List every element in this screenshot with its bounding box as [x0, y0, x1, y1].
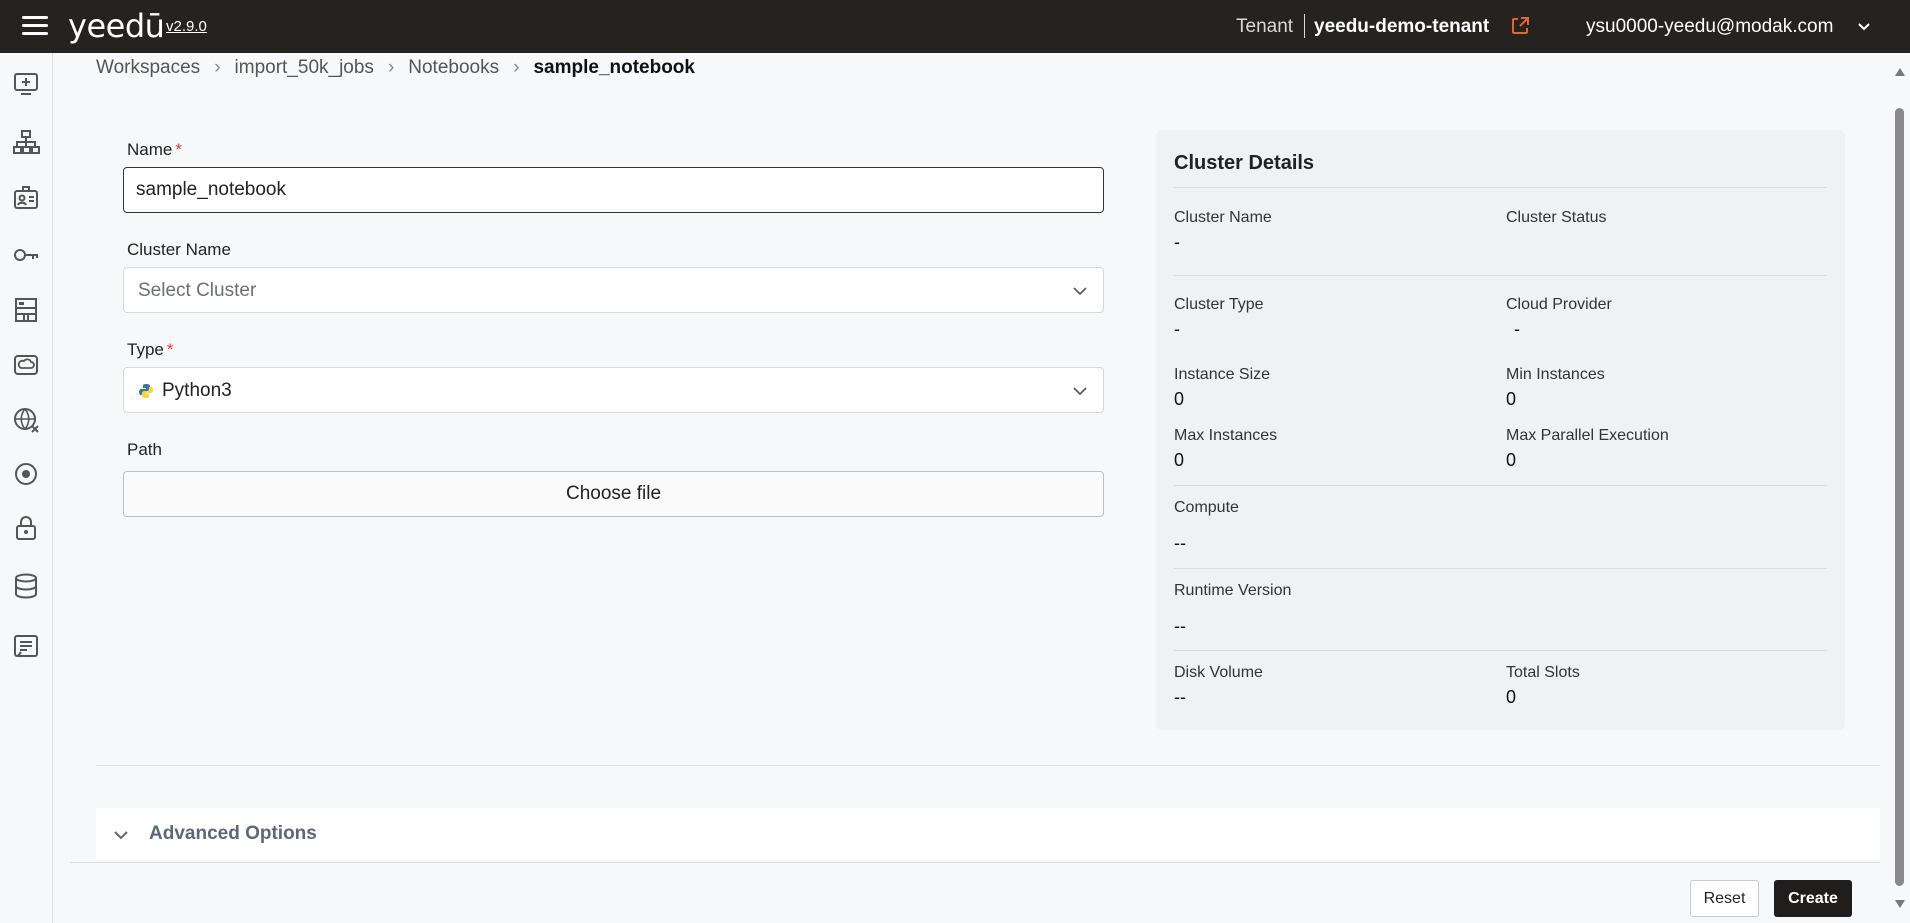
tenant-name[interactable]: yeedu-demo-tenant — [1314, 16, 1489, 38]
max-parallel-value: 0 — [1506, 450, 1517, 470]
total-slots-value: 0 — [1506, 687, 1517, 707]
path-label: Path — [127, 440, 162, 459]
divider — [1174, 568, 1827, 569]
disk-volume-value: -- — [1174, 687, 1186, 707]
divider — [1174, 485, 1827, 486]
scrollbar-thumb[interactable] — [1895, 108, 1904, 886]
compute-key: Compute — [1174, 499, 1239, 516]
total-slots-key: Total Slots — [1506, 664, 1580, 681]
tenant-divider — [1304, 14, 1305, 38]
breadcrumb-workspaces[interactable]: Workspaces — [96, 57, 200, 78]
type-label: Type * — [127, 340, 174, 359]
cluster-select[interactable]: Select Cluster — [123, 267, 1104, 313]
cluster-select-placeholder: Select Cluster — [138, 280, 257, 301]
name-input[interactable] — [123, 167, 1104, 213]
cluster-status-key: Cluster Status — [1506, 209, 1607, 226]
reset-button[interactable]: Reset — [1690, 880, 1759, 917]
instance-size-key: Instance Size — [1174, 366, 1271, 383]
version-link[interactable]: v2.9.0 — [166, 18, 207, 35]
database-icon[interactable] — [12, 572, 40, 600]
cloud-provider-key: Cloud Provider — [1506, 296, 1612, 313]
cluster-details-title: Cluster Details — [1174, 152, 1315, 174]
divider — [1174, 187, 1827, 188]
instance-size-value: 0 — [1174, 389, 1185, 409]
breadcrumb: Workspaces › import_50k_jobs › Notebooks › sam… — [96, 57, 695, 79]
id-card-icon[interactable] — [12, 184, 40, 212]
max-instances-value: 0 — [1174, 450, 1185, 470]
cluster-details-panel: Cluster Details Cluster Name - Cluster S… — [1156, 130, 1845, 730]
divider — [1174, 275, 1827, 276]
tenant-label: Tenant — [1236, 16, 1294, 37]
scroll-down-arrow-icon[interactable] — [1894, 896, 1906, 908]
type-select[interactable]: Python3 — [123, 367, 1104, 413]
breadcrumb-current: sample_notebook — [533, 57, 695, 78]
cluster-name-value: - — [1174, 232, 1180, 252]
cluster-name-label: Cluster Name — [127, 240, 231, 259]
sidebar — [0, 53, 53, 923]
create-button[interactable]: Create — [1774, 880, 1852, 917]
min-instances-value: 0 — [1506, 389, 1517, 409]
cloud-provider-value: - — [1514, 319, 1520, 339]
runtime-version-value: -- — [1174, 616, 1186, 636]
min-instances-key: Min Instances — [1506, 366, 1605, 383]
python-icon — [138, 383, 154, 399]
choose-file-button[interactable]: Choose file — [123, 471, 1104, 517]
lock-icon[interactable] — [12, 514, 40, 542]
cloud-drive-icon[interactable] — [12, 351, 40, 379]
max-parallel-key: Max Parallel Execution — [1506, 427, 1669, 444]
chevron-right-icon: › — [214, 57, 221, 78]
cluster-name-key: Cluster Name — [1174, 209, 1272, 226]
notes-icon[interactable] — [12, 632, 40, 660]
chevron-right-icon: › — [513, 57, 520, 78]
runtime-version-key: Runtime Version — [1174, 582, 1292, 599]
hamburger-menu-icon[interactable] — [22, 16, 48, 36]
add-workspace-icon[interactable] — [12, 70, 40, 98]
divider — [70, 862, 1880, 863]
divider — [96, 765, 1880, 766]
divider — [1174, 650, 1827, 651]
key-icon[interactable] — [12, 241, 40, 269]
external-link-icon[interactable] — [1510, 16, 1530, 36]
globe-icon[interactable] — [12, 406, 40, 434]
cluster-type-key: Cluster Type — [1174, 296, 1264, 313]
app-logo[interactable]: yeedū — [68, 7, 165, 45]
building-icon[interactable] — [12, 296, 40, 324]
chevron-down-icon — [1071, 382, 1089, 400]
type-select-value: Python3 — [162, 380, 232, 401]
top-bar: yeedū v2.9.0 Tenant yeedu-demo-tenant ys… — [0, 0, 1910, 53]
max-instances-key: Max Instances — [1174, 427, 1278, 444]
chevron-down-icon — [1071, 282, 1089, 300]
breadcrumb-notebooks[interactable]: Notebooks — [408, 57, 499, 78]
chevron-down-icon[interactable] — [1856, 19, 1872, 35]
scrollbar[interactable] — [1892, 60, 1908, 920]
user-menu[interactable]: ysu0000-yeedu@modak.com — [1586, 16, 1833, 38]
advanced-options-toggle[interactable]: Advanced Options — [96, 808, 1880, 860]
compute-value: -- — [1174, 533, 1186, 553]
scroll-up-arrow-icon[interactable] — [1894, 64, 1906, 76]
disk-volume-key: Disk Volume — [1174, 664, 1263, 681]
chevron-down-icon — [112, 826, 130, 844]
advanced-options-label: Advanced Options — [149, 823, 317, 844]
chevron-right-icon: › — [387, 57, 395, 78]
name-label: Name * — [127, 140, 182, 159]
hierarchy-icon[interactable] — [12, 128, 40, 156]
cluster-type-value: - — [1174, 319, 1180, 339]
target-icon[interactable] — [12, 460, 40, 488]
breadcrumb-workspace[interactable]: import_50k_jobs — [235, 57, 374, 78]
